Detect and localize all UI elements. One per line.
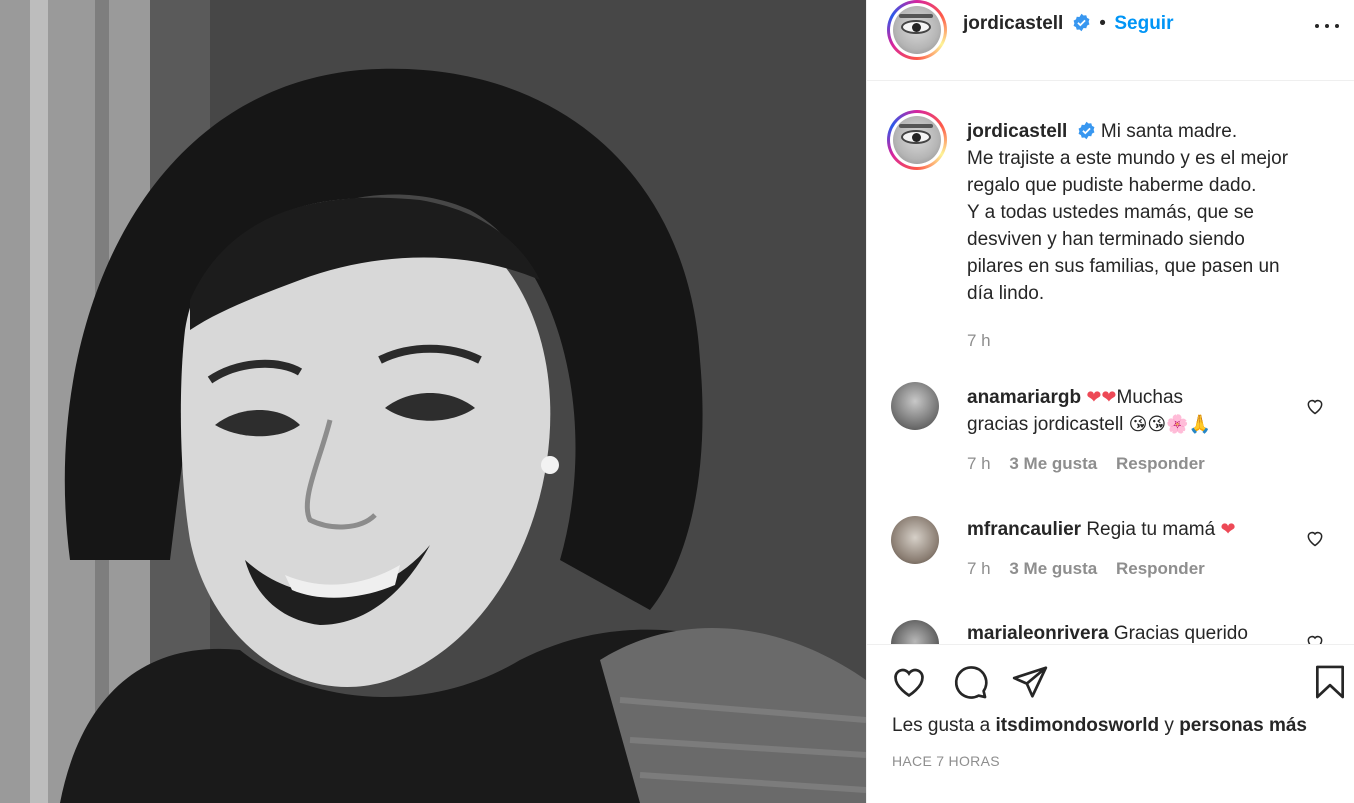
post-timestamp[interactable]: HACE 7 HORAS: [892, 753, 1000, 769]
heart-emoji-icon: ❤❤: [1086, 387, 1117, 408]
heart-icon[interactable]: [890, 663, 928, 701]
comment-meta: 7 h 3 Me gusta Responder: [967, 454, 1297, 474]
comments-section[interactable]: jordicastell Mi santa madre. Me trajiste…: [867, 82, 1354, 644]
comment-username[interactable]: marialeonrivera: [967, 623, 1109, 644]
commenter-avatar[interactable]: [891, 382, 939, 430]
comment-text: Regia tu mamá: [1086, 519, 1216, 540]
comment-likes[interactable]: 3 Me gusta: [1009, 559, 1097, 578]
comment-like-heart-icon[interactable]: [1305, 396, 1325, 416]
caption-time[interactable]: 7 h: [967, 331, 1337, 351]
follow-button[interactable]: Seguir: [1114, 13, 1173, 34]
comment-icon[interactable]: [951, 663, 989, 701]
comment-username[interactable]: mfrancaulier: [967, 519, 1081, 540]
caption-username[interactable]: jordicastell: [967, 121, 1067, 142]
caption-line: regalo que pudiste haberme dado.: [967, 175, 1257, 196]
caption-avatar[interactable]: [887, 110, 947, 170]
caption: jordicastell Mi santa madre. Me trajiste…: [967, 118, 1337, 351]
caption-line: Me trajiste a este mundo y es el mejor: [967, 148, 1289, 169]
commenter-avatar[interactable]: [891, 516, 939, 564]
verified-badge-icon: [1073, 13, 1090, 32]
comment-like-heart-icon[interactable]: [1305, 528, 1325, 548]
caption-line: pilares en sus familias, que pasen un: [967, 256, 1280, 277]
more-options-icon[interactable]: [1313, 16, 1341, 36]
caption-line: día lindo.: [967, 283, 1045, 304]
likes-summary: Les gusta a itsdimondosworld y personas …: [892, 715, 1307, 737]
author-username[interactable]: jordicastell: [963, 13, 1063, 34]
reply-button[interactable]: Responder: [1116, 559, 1205, 578]
caption-line: Mi santa madre.: [1100, 121, 1238, 142]
post-actions: Les gusta a itsdimondosworld y personas …: [867, 644, 1354, 803]
post-header: jordicastell • Seguir: [867, 0, 1354, 81]
comment-text: Muchas: [1116, 387, 1184, 408]
caption-line: desviven y han terminado siendo: [967, 229, 1245, 250]
emoji-icons: 😘😘🌸🙏: [1128, 414, 1211, 435]
comment-time[interactable]: 7 h: [967, 454, 991, 473]
comment-meta: 7 h 3 Me gusta Responder: [967, 559, 1297, 579]
reply-button[interactable]: Responder: [1116, 454, 1205, 473]
likes-conj: y: [1164, 715, 1174, 736]
comment-text: gracias jordicastell: [967, 414, 1124, 435]
heart-emoji-icon: ❤: [1220, 519, 1236, 540]
separator-dot: •: [1099, 13, 1106, 34]
comment: marialeonrivera Gracias querido: [967, 620, 1297, 644]
bookmark-icon[interactable]: [1311, 663, 1349, 701]
comment: mfrancaulier Regia tu mamá ❤ 7 h 3 Me gu…: [967, 516, 1297, 579]
likes-prefix: Les gusta a: [892, 715, 991, 736]
comment-time[interactable]: 7 h: [967, 559, 991, 578]
verified-badge-icon: [1078, 121, 1095, 140]
liker-username[interactable]: itsdimondosworld: [996, 715, 1160, 736]
caption-line: Y a todas ustedes mamás, que se: [967, 202, 1254, 223]
comment-likes[interactable]: 3 Me gusta: [1009, 454, 1097, 473]
post-photo[interactable]: [0, 0, 866, 803]
share-icon[interactable]: [1011, 663, 1049, 701]
likes-others-link[interactable]: personas más: [1179, 715, 1307, 736]
header-author-line: jordicastell • Seguir: [963, 13, 1173, 35]
comment: anamariargb ❤❤Muchas gracias jordicastel…: [967, 384, 1297, 474]
comment-username[interactable]: anamariargb: [967, 387, 1081, 408]
author-avatar[interactable]: [887, 0, 947, 60]
photo-illustration: [0, 0, 866, 803]
commenter-avatar[interactable]: [891, 620, 939, 644]
post-sidebar: jordicastell • Seguir jordicastell Mi sa…: [866, 0, 1354, 803]
comment-text: Gracias querido: [1113, 623, 1248, 644]
comment-like-heart-icon[interactable]: [1305, 632, 1325, 644]
